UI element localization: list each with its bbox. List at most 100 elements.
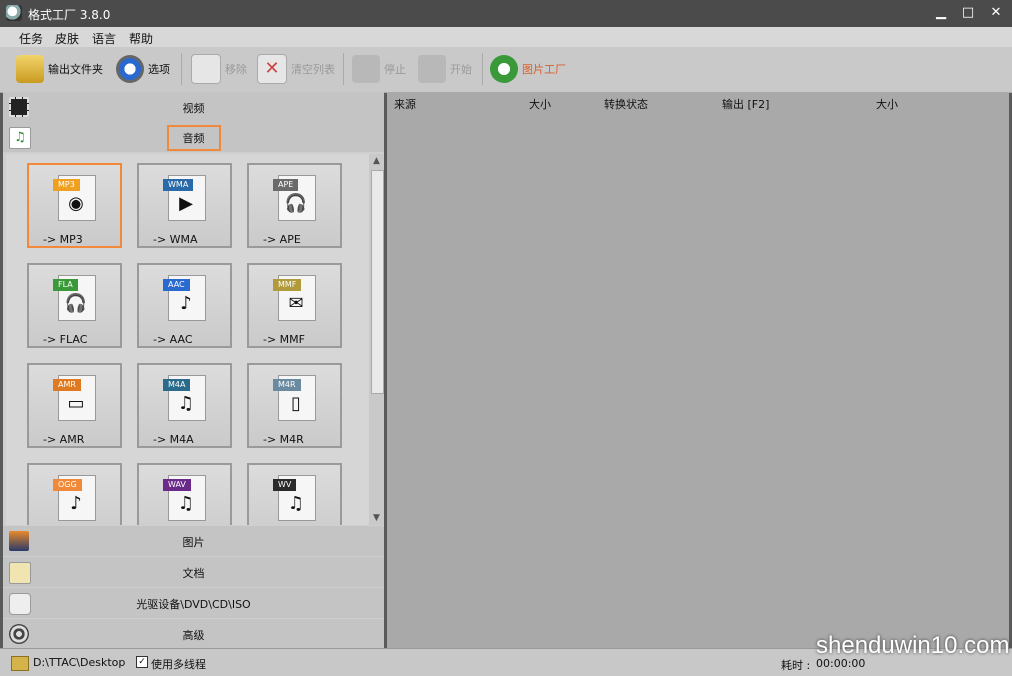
- format-tile-m4r[interactable]: M4R ▯ -> M4R: [247, 363, 342, 448]
- output-folder-label: 输出文件夹: [48, 63, 103, 76]
- format-tag: MP3: [53, 179, 80, 191]
- format-label: -> M4A: [153, 433, 194, 446]
- maximize-button[interactable]: □: [957, 4, 979, 22]
- format-tag: WMA: [163, 179, 194, 191]
- category-video[interactable]: 视频: [3, 92, 384, 122]
- window-title: 格式工厂 3.8.0: [28, 8, 111, 22]
- column-source[interactable]: 来源: [394, 96, 416, 112]
- title-bar: 格式工厂 3.8.0 ▁ □ ✕: [0, 0, 1012, 27]
- disc-drive-icon: [9, 593, 31, 615]
- scroll-up-arrow[interactable]: ▲: [369, 154, 384, 168]
- format-glyph-icon: ▯: [291, 393, 301, 414]
- menu-help[interactable]: 帮助: [129, 30, 153, 47]
- format-tag: MMF: [273, 279, 302, 291]
- film-icon: [9, 97, 29, 117]
- options-button[interactable]: 选项: [116, 53, 170, 85]
- output-folder-button[interactable]: 输出文件夹: [16, 53, 103, 85]
- format-label: -> FLAC: [43, 333, 88, 346]
- remove-button[interactable]: 移除: [191, 53, 247, 85]
- category-document[interactable]: 文档: [3, 557, 384, 587]
- image-factory-icon: [490, 55, 518, 83]
- stop-button[interactable]: 停止: [352, 53, 406, 85]
- format-tag: WAV: [163, 479, 191, 491]
- category-picture-label: 图片: [182, 536, 205, 549]
- column-output[interactable]: 输出 [F2]: [722, 96, 769, 112]
- format-tile-fla[interactable]: FLA 🎧 -> FLAC: [27, 263, 122, 348]
- toolbar-separator: [482, 53, 483, 85]
- multithread-checkbox[interactable]: ✓: [136, 656, 148, 668]
- remove-icon: [191, 54, 221, 84]
- film-reel-icon: [9, 624, 29, 644]
- category-advanced[interactable]: 高级: [3, 619, 384, 649]
- clear-list-icon: ✕: [257, 54, 287, 84]
- start-button[interactable]: 开始: [418, 53, 472, 85]
- elapsed-label: 耗时 :: [781, 659, 811, 672]
- category-audio-label: 音频: [166, 125, 221, 151]
- format-tile-wma[interactable]: WMA ▶ -> WMA: [137, 163, 232, 248]
- folder-icon[interactable]: [11, 656, 29, 671]
- task-list: 来源 大小 转换状态 输出 [F2] 大小: [387, 92, 1009, 648]
- format-label: -> M4R: [263, 433, 304, 446]
- stop-label: 停止: [384, 63, 406, 76]
- format-tag: AMR: [53, 379, 81, 391]
- toolbar-separator: [343, 53, 344, 85]
- format-tile-ape[interactable]: APE 🎧 -> APE: [247, 163, 342, 248]
- music-note-icon: ♫: [9, 127, 31, 149]
- format-glyph-icon: ▭: [67, 393, 85, 414]
- column-size[interactable]: 大小: [529, 96, 551, 112]
- format-tag: APE: [273, 179, 299, 191]
- category-rom-device[interactable]: 光驱设备\DVD\CD\ISO: [3, 588, 384, 618]
- format-tag: FLA: [53, 279, 78, 291]
- minimize-button[interactable]: ▁: [930, 4, 952, 22]
- format-tile-mmf[interactable]: MMF ✉ -> MMF: [247, 263, 342, 348]
- column-output-size[interactable]: 大小: [876, 96, 898, 112]
- format-label: -> AAC: [153, 333, 193, 346]
- start-label: 开始: [450, 63, 472, 76]
- toolbar: 输出文件夹 选项 移除 ✕ 清空列表 停止 开始 图片工厂: [0, 47, 1012, 93]
- format-glyph-icon: ♫: [287, 493, 305, 514]
- format-label: -> WMA: [153, 233, 198, 246]
- clear-list-label: 清空列表: [291, 63, 335, 76]
- format-tag: M4R: [273, 379, 301, 391]
- watermark: shenduwin10.com: [816, 632, 1010, 659]
- format-glyph-icon: ♪: [70, 493, 82, 514]
- menu-task[interactable]: 任务: [19, 30, 43, 47]
- category-panel: 视频 ♫ 音频 MP3 ◉ -> MP3 WMA ▶ -> WMA APE 🎧 -> APE FL…: [3, 92, 384, 649]
- category-document-label: 文档: [182, 567, 205, 580]
- category-rom-label: 光驱设备\DVD\CD\ISO: [136, 598, 251, 611]
- format-tag: OGG: [53, 479, 82, 491]
- clear-list-button[interactable]: ✕ 清空列表: [257, 53, 335, 85]
- menu-language[interactable]: 语言: [92, 30, 116, 47]
- format-tile-wv[interactable]: WV ♫: [247, 463, 342, 525]
- toolbar-separator: [181, 53, 182, 85]
- scroll-thumb[interactable]: [371, 170, 384, 394]
- image-factory-label: 图片工厂: [522, 63, 566, 76]
- format-grid: MP3 ◉ -> MP3 WMA ▶ -> WMA APE 🎧 -> APE FLA 🎧 -> FLA…: [6, 154, 384, 525]
- category-picture[interactable]: 图片: [3, 526, 384, 556]
- scroll-down-arrow[interactable]: ▼: [369, 511, 384, 525]
- format-tile-amr[interactable]: AMR ▭ -> AMR: [27, 363, 122, 448]
- format-tile-mp3[interactable]: MP3 ◉ -> MP3: [27, 163, 122, 248]
- format-tile-m4a[interactable]: M4A ♫ -> M4A: [137, 363, 232, 448]
- options-label: 选项: [148, 63, 170, 76]
- stop-icon: [352, 55, 380, 83]
- category-advanced-label: 高级: [182, 629, 205, 642]
- format-tile-ogg[interactable]: OGG ♪: [27, 463, 122, 525]
- output-path: D:\TTAC\Desktop: [33, 656, 126, 669]
- scrollbar[interactable]: ▲ ▼: [369, 154, 384, 525]
- start-icon: [418, 55, 446, 83]
- image-factory-button[interactable]: 图片工厂: [490, 53, 566, 85]
- format-glyph-icon: ◉: [68, 193, 84, 214]
- category-video-label: 视频: [182, 102, 205, 115]
- format-glyph-icon: ▶: [179, 193, 193, 214]
- close-button[interactable]: ✕: [985, 4, 1007, 22]
- folder-icon: [16, 55, 44, 83]
- format-tile-aac[interactable]: AAC ♪ -> AAC: [137, 263, 232, 348]
- column-status[interactable]: 转换状态: [604, 96, 648, 112]
- format-tile-wav[interactable]: WAV ♫: [137, 463, 232, 525]
- format-glyph-icon: ♫: [177, 393, 195, 414]
- menu-skin[interactable]: 皮肤: [55, 30, 79, 47]
- category-audio[interactable]: ♫ 音频: [3, 122, 384, 152]
- format-label: -> APE: [263, 233, 301, 246]
- format-tag: M4A: [163, 379, 191, 391]
